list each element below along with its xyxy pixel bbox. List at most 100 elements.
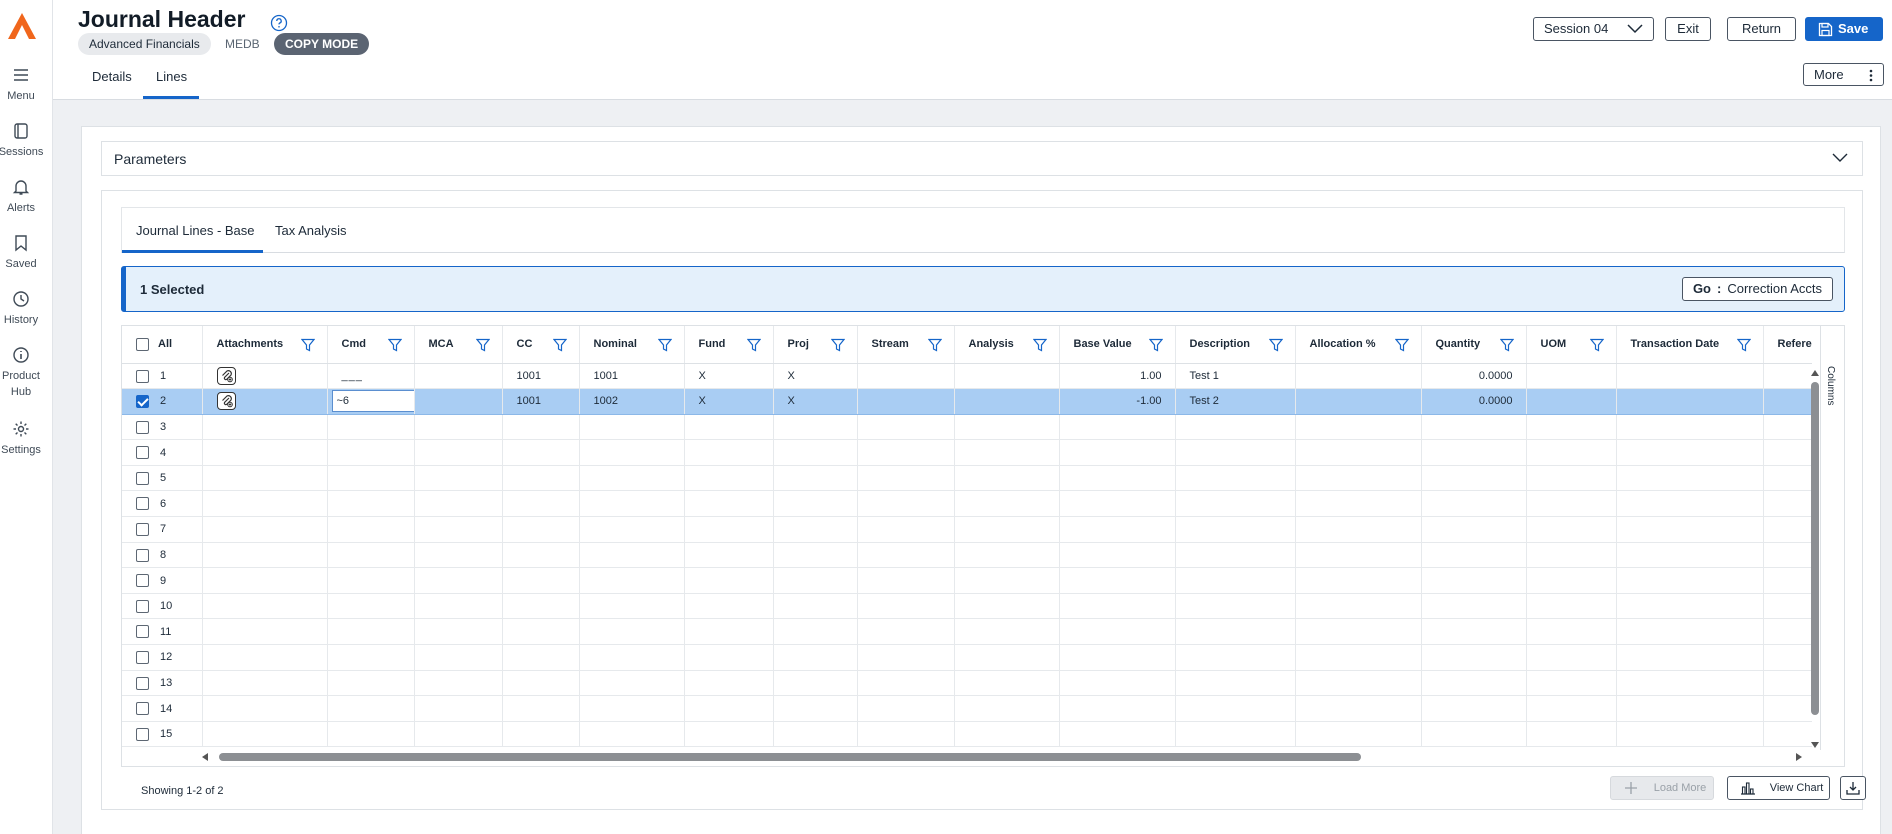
empty-cell[interactable]: [1616, 465, 1764, 492]
empty-cell[interactable]: [414, 721, 503, 748]
row-checkbox[interactable]: [136, 599, 149, 613]
empty-cell[interactable]: [773, 670, 858, 697]
empty-cell[interactable]: [1421, 490, 1527, 518]
empty-cell[interactable]: [684, 439, 774, 466]
fund-cell[interactable]: X: [684, 388, 774, 415]
cmd-input[interactable]: [331, 390, 413, 413]
empty-cell[interactable]: [954, 670, 1060, 697]
empty-cell[interactable]: [327, 414, 415, 441]
attachments-cell[interactable]: [202, 363, 328, 390]
row-checkbox[interactable]: [136, 446, 149, 460]
empty-cell[interactable]: [327, 516, 415, 543]
empty-cell[interactable]: [327, 490, 415, 518]
empty-cell[interactable]: [1059, 644, 1176, 671]
empty-cell[interactable]: [1421, 695, 1527, 722]
save-button[interactable]: Save: [1805, 17, 1883, 41]
empty-cell[interactable]: [773, 465, 858, 492]
empty-cell[interactable]: [954, 465, 1060, 492]
filter-icon[interactable]: [746, 338, 761, 352]
empty-cell[interactable]: [579, 567, 685, 594]
empty-cell[interactable]: [327, 465, 415, 492]
empty-cell[interactable]: [857, 414, 955, 441]
row-checkbox[interactable]: [136, 625, 149, 639]
transaction-date-cell[interactable]: [1616, 388, 1764, 415]
empty-cell[interactable]: [1763, 465, 1812, 492]
empty-cell[interactable]: [1295, 644, 1422, 671]
description-cell[interactable]: Test 2: [1175, 388, 1296, 415]
empty-cell[interactable]: [1526, 414, 1617, 441]
empty-cell[interactable]: [502, 618, 580, 646]
column-header-fund[interactable]: Fund: [684, 326, 774, 364]
empty-cell[interactable]: [1421, 414, 1527, 441]
empty-cell[interactable]: [202, 567, 328, 594]
empty-cell[interactable]: [1175, 593, 1296, 620]
empty-cell[interactable]: [502, 644, 580, 671]
empty-cell[interactable]: [1175, 721, 1296, 748]
table-row[interactable]: 6: [122, 490, 1812, 518]
parameters-panel[interactable]: Parameters: [101, 141, 1863, 176]
row-checkbox[interactable]: [136, 651, 149, 665]
cmd-cell[interactable]: ___: [327, 363, 415, 390]
empty-cell[interactable]: [857, 490, 955, 518]
empty-cell[interactable]: [579, 618, 685, 646]
column-header-cc[interactable]: CC: [502, 326, 580, 364]
help-icon[interactable]: [270, 14, 288, 32]
empty-cell[interactable]: [1059, 670, 1176, 697]
more-button[interactable]: More: [1803, 63, 1884, 86]
empty-cell[interactable]: [414, 618, 503, 646]
vertical-scroll-thumb[interactable]: [1811, 382, 1819, 715]
horizontal-scrollbar[interactable]: [202, 751, 1802, 763]
allocation-cell[interactable]: [1295, 363, 1422, 390]
row-index-cell[interactable]: 14: [122, 695, 203, 722]
empty-cell[interactable]: [1616, 542, 1764, 569]
rail-item-settings[interactable]: Settings: [0, 420, 42, 458]
empty-cell[interactable]: [954, 644, 1060, 671]
empty-cell[interactable]: [954, 593, 1060, 620]
empty-cell[interactable]: [1421, 593, 1527, 620]
empty-cell[interactable]: [857, 721, 955, 748]
rail-item-menu[interactable]: Menu: [0, 66, 42, 104]
load-more-button[interactable]: Load More: [1610, 776, 1714, 800]
scroll-up-arrow-icon[interactable]: [1811, 370, 1819, 376]
base-value-cell[interactable]: 1.00: [1059, 363, 1176, 390]
empty-cell[interactable]: [327, 618, 415, 646]
fund-cell[interactable]: X: [684, 363, 774, 390]
empty-cell[interactable]: [502, 414, 580, 441]
column-header-transaction-date[interactable]: Transaction Date: [1616, 326, 1764, 364]
empty-cell[interactable]: [1059, 414, 1176, 441]
empty-cell[interactable]: [202, 542, 328, 569]
select-all-checkbox[interactable]: [136, 338, 149, 351]
empty-cell[interactable]: [1763, 414, 1812, 441]
row-index-cell[interactable]: 15: [122, 721, 203, 748]
empty-cell[interactable]: [202, 593, 328, 620]
row-checkbox[interactable]: [136, 727, 149, 741]
empty-cell[interactable]: [1526, 695, 1617, 722]
export-button[interactable]: [1840, 776, 1866, 800]
proj-cell[interactable]: X: [773, 363, 858, 390]
row-index-cell[interactable]: 8: [122, 542, 203, 569]
empty-cell[interactable]: [773, 721, 858, 748]
empty-cell[interactable]: [1763, 670, 1812, 697]
column-header-description[interactable]: Description: [1175, 326, 1296, 364]
empty-cell[interactable]: [773, 490, 858, 518]
empty-cell[interactable]: [1526, 670, 1617, 697]
empty-cell[interactable]: [579, 490, 685, 518]
row-checkbox[interactable]: [136, 420, 149, 434]
filter-icon[interactable]: [1148, 338, 1163, 352]
uom-cell[interactable]: [1526, 363, 1617, 390]
empty-cell[interactable]: [1616, 439, 1764, 466]
empty-cell[interactable]: [579, 439, 685, 466]
empty-cell[interactable]: [1295, 516, 1422, 543]
row-checkbox[interactable]: [136, 702, 149, 716]
empty-cell[interactable]: [773, 567, 858, 594]
empty-cell[interactable]: [414, 414, 503, 441]
empty-cell[interactable]: [1421, 542, 1527, 569]
analysis-cell[interactable]: [954, 388, 1060, 415]
empty-cell[interactable]: [1421, 567, 1527, 594]
empty-cell[interactable]: [773, 618, 858, 646]
attachment-icon[interactable]: [216, 366, 236, 385]
empty-cell[interactable]: [773, 644, 858, 671]
row-checkbox[interactable]: [136, 471, 149, 485]
empty-cell[interactable]: [1295, 593, 1422, 620]
column-header-nominal[interactable]: Nominal: [579, 326, 685, 364]
